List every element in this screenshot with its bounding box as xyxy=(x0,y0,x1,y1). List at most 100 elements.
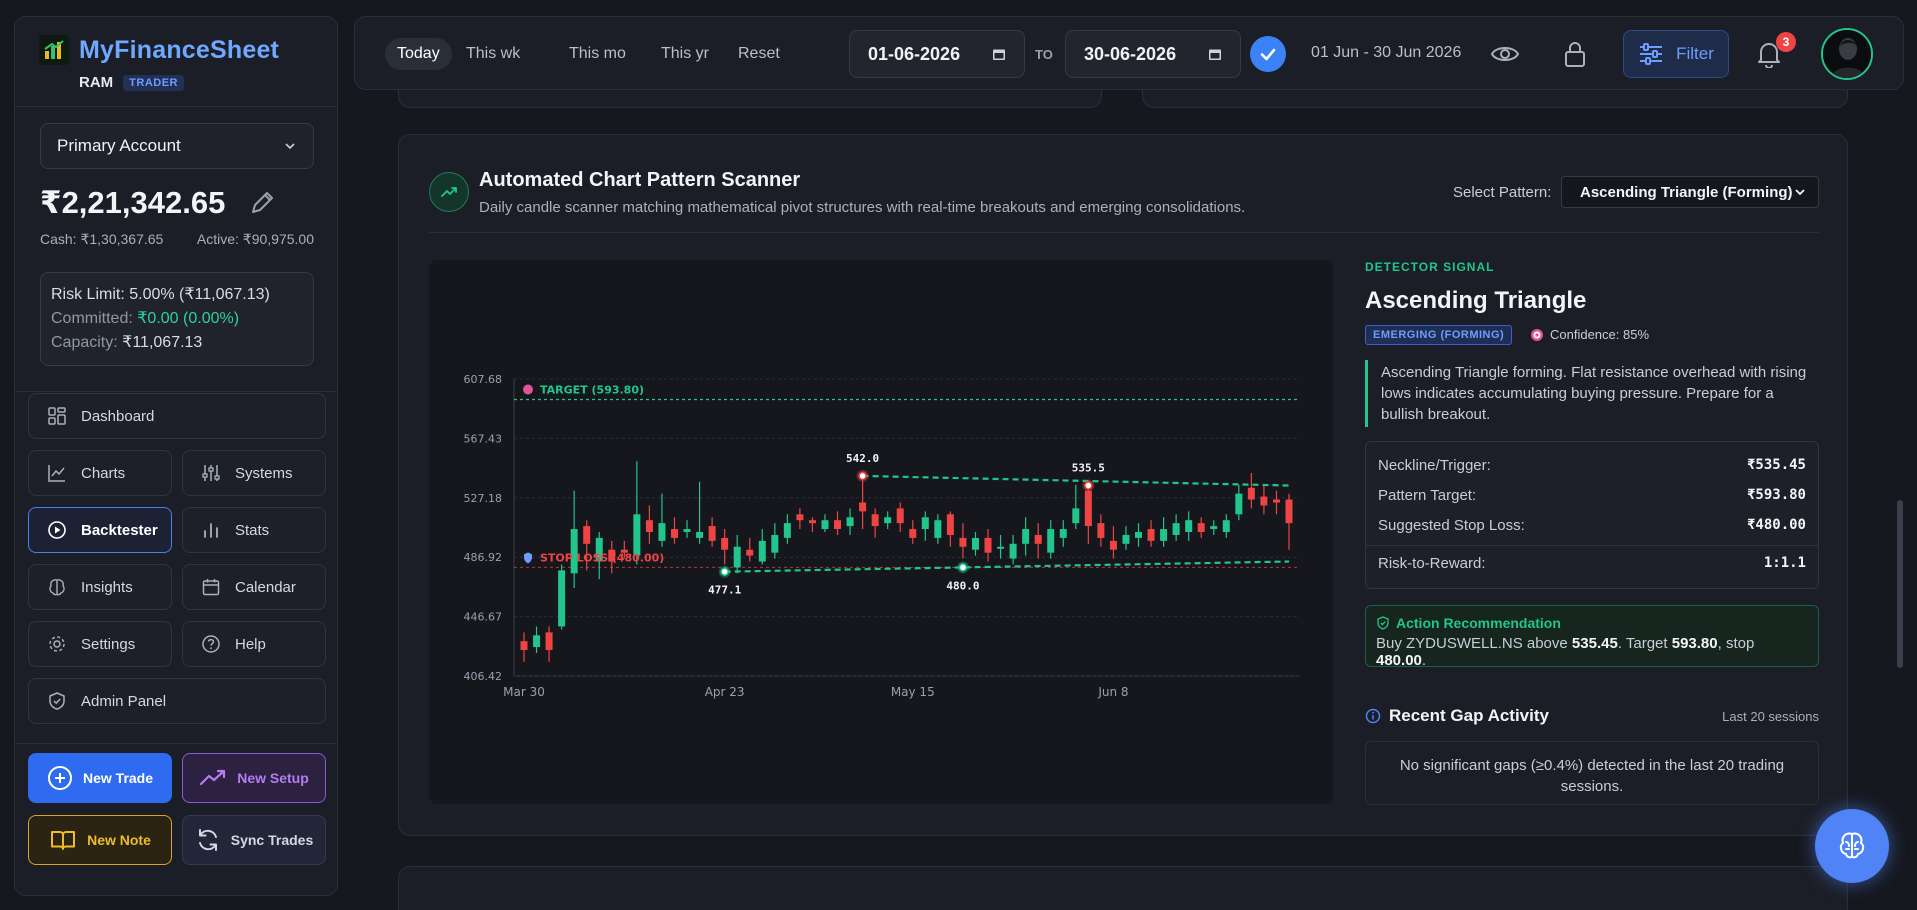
candle-body xyxy=(1072,508,1080,524)
date-from-input[interactable]: 01-06-2026 xyxy=(849,30,1025,78)
recommendation-title: Action Recommendation xyxy=(1376,615,1808,631)
new-note-button[interactable]: New Note xyxy=(28,815,172,865)
balance-value: ₹2,21,342.65 xyxy=(40,185,226,220)
candlestick-chart[interactable]: 607.68 567.43 527.18 486.92 446.67 406.42Mar … xyxy=(429,260,1333,804)
date-to-input[interactable]: 30-06-2026 xyxy=(1065,30,1241,78)
scrollbar[interactable] xyxy=(1897,500,1903,668)
candle-body xyxy=(1272,499,1280,503)
candle-body xyxy=(1235,493,1243,515)
calendar-icon xyxy=(1209,49,1221,60)
apply-date-button[interactable] xyxy=(1250,36,1286,72)
candle-body xyxy=(1197,523,1205,533)
candle-body xyxy=(1122,534,1130,544)
rec-mid1: . Target xyxy=(1617,635,1672,652)
help-circle-icon xyxy=(202,635,220,653)
calendar-icon xyxy=(993,49,1005,60)
pivot-label: 535.5 xyxy=(1072,462,1105,475)
nav-systems[interactable]: Systems xyxy=(182,450,326,496)
candle-body xyxy=(558,570,566,627)
top-bar: Today This wk This mo This yr Reset 01-0… xyxy=(354,16,1904,90)
toggle-visibility-button[interactable] xyxy=(1486,35,1524,73)
avatar[interactable] xyxy=(1821,28,1873,80)
pattern-scanner-card: Automated Chart Pattern Scanner Daily ca… xyxy=(398,134,1848,836)
candle-body xyxy=(520,641,528,651)
y-tick-label: 446.67 xyxy=(464,611,503,624)
shield-check-icon xyxy=(1377,616,1389,630)
brand[interactable]: MyFinanceSheet xyxy=(39,35,279,65)
new-trade-button[interactable]: New Trade xyxy=(28,753,172,803)
committed-value: ₹0.00 (0.00%) xyxy=(137,310,240,327)
candle-body xyxy=(783,523,791,538)
filter-label: Filter xyxy=(1676,44,1714,63)
account-select[interactable]: Primary Account xyxy=(40,123,314,169)
candle-body xyxy=(909,529,917,538)
eye-icon xyxy=(1490,47,1520,61)
nav-admin-panel[interactable]: Admin Panel xyxy=(28,678,326,724)
filter-button[interactable]: Filter xyxy=(1623,30,1729,78)
check-icon xyxy=(1260,48,1276,61)
candle-body xyxy=(896,508,904,524)
gap-meta: Last 20 sessions xyxy=(1722,708,1819,724)
range-year-button[interactable]: This yr xyxy=(649,38,721,70)
nav-insights-label: Insights xyxy=(81,578,133,596)
stat-label: Suggested Stop Loss: xyxy=(1378,517,1525,534)
candle-body xyxy=(921,517,929,530)
divider xyxy=(429,232,1819,233)
cash-row: Cash: ₹1,30,367.65 Active: ₹90,975.00 xyxy=(40,231,314,248)
gap-activity-message: No significant gaps (≥0.4%) detected in … xyxy=(1365,741,1819,805)
risk-limit: Risk Limit: 5.00% (₹11,067.13) xyxy=(51,286,270,303)
range-today-button[interactable]: Today xyxy=(385,38,452,70)
candle-body xyxy=(808,520,816,524)
brain-icon xyxy=(1839,832,1865,859)
new-setup-button[interactable]: New Setup xyxy=(182,753,326,803)
nav-help[interactable]: Help xyxy=(182,621,326,667)
date-from-value: 01-06-2026 xyxy=(868,43,961,64)
nav-settings[interactable]: Settings xyxy=(28,621,172,667)
nav-stats[interactable]: Stats xyxy=(182,507,326,553)
candle-body xyxy=(771,534,779,553)
target-icon xyxy=(1531,328,1543,341)
signal-description: Ascending Triangle forming. Flat resista… xyxy=(1365,360,1819,427)
nav-charts-label: Charts xyxy=(81,464,126,482)
range-month-button[interactable]: This mo xyxy=(557,38,638,70)
candle-body xyxy=(859,502,867,512)
candle-body xyxy=(1285,499,1293,524)
nav-charts[interactable]: Charts xyxy=(28,450,172,496)
scanner-description: Daily candle scanner matching mathematic… xyxy=(479,199,1246,216)
stat-row-stop-loss: Suggested Stop Loss: ₹480.00 xyxy=(1378,517,1806,534)
sliders-icon xyxy=(1640,43,1663,65)
range-reset-button[interactable]: Reset xyxy=(726,38,792,70)
brand-title: MyFinanceSheet xyxy=(79,35,280,64)
candle-body xyxy=(821,520,829,530)
range-week-button[interactable]: This wk xyxy=(454,38,532,70)
stat-row-risk-reward: Risk-to-Reward: 1:1.1 xyxy=(1378,555,1806,572)
edit-pencil-icon[interactable] xyxy=(247,188,277,218)
candle-body xyxy=(670,529,678,538)
stop-loss-label: STOP LOSS (480.00) xyxy=(540,551,664,564)
role-badge: TRADER xyxy=(123,74,185,91)
rec-target: 593.80 xyxy=(1671,635,1718,652)
committed-line: Committed: ₹0.00 (0.00%) xyxy=(51,307,303,331)
pattern-select[interactable]: Ascending Triangle (Forming) xyxy=(1561,176,1819,208)
nav-calendar[interactable]: Calendar xyxy=(182,564,326,610)
card-below xyxy=(398,866,1848,910)
account-select-value: Primary Account xyxy=(57,136,181,155)
nav-backtester[interactable]: Backtester xyxy=(28,507,172,553)
committed-label: Committed: xyxy=(51,310,133,327)
user-name: RAM xyxy=(79,74,114,91)
divider xyxy=(15,391,337,392)
candle-body xyxy=(1172,523,1180,535)
candle-body xyxy=(971,537,979,550)
sync-trades-button[interactable]: Sync Trades xyxy=(182,815,326,865)
lock-button[interactable] xyxy=(1556,35,1594,73)
rec-suffix: . xyxy=(1421,652,1427,669)
candle-body xyxy=(633,514,641,556)
risk-box: Risk Limit: 5.00% (₹11,067.13) Committed… xyxy=(40,272,314,366)
ai-assistant-button[interactable] xyxy=(1815,809,1889,883)
brand-logo xyxy=(39,35,69,65)
nav-help-label: Help xyxy=(235,635,266,653)
nav-insights[interactable]: Insights xyxy=(28,564,172,610)
user-info: RAM TRADER xyxy=(79,74,185,91)
nav-dashboard[interactable]: Dashboard xyxy=(28,393,326,439)
action-recommendation: Action Recommendation Buy ZYDUSWELL.NS a… xyxy=(1365,605,1819,669)
